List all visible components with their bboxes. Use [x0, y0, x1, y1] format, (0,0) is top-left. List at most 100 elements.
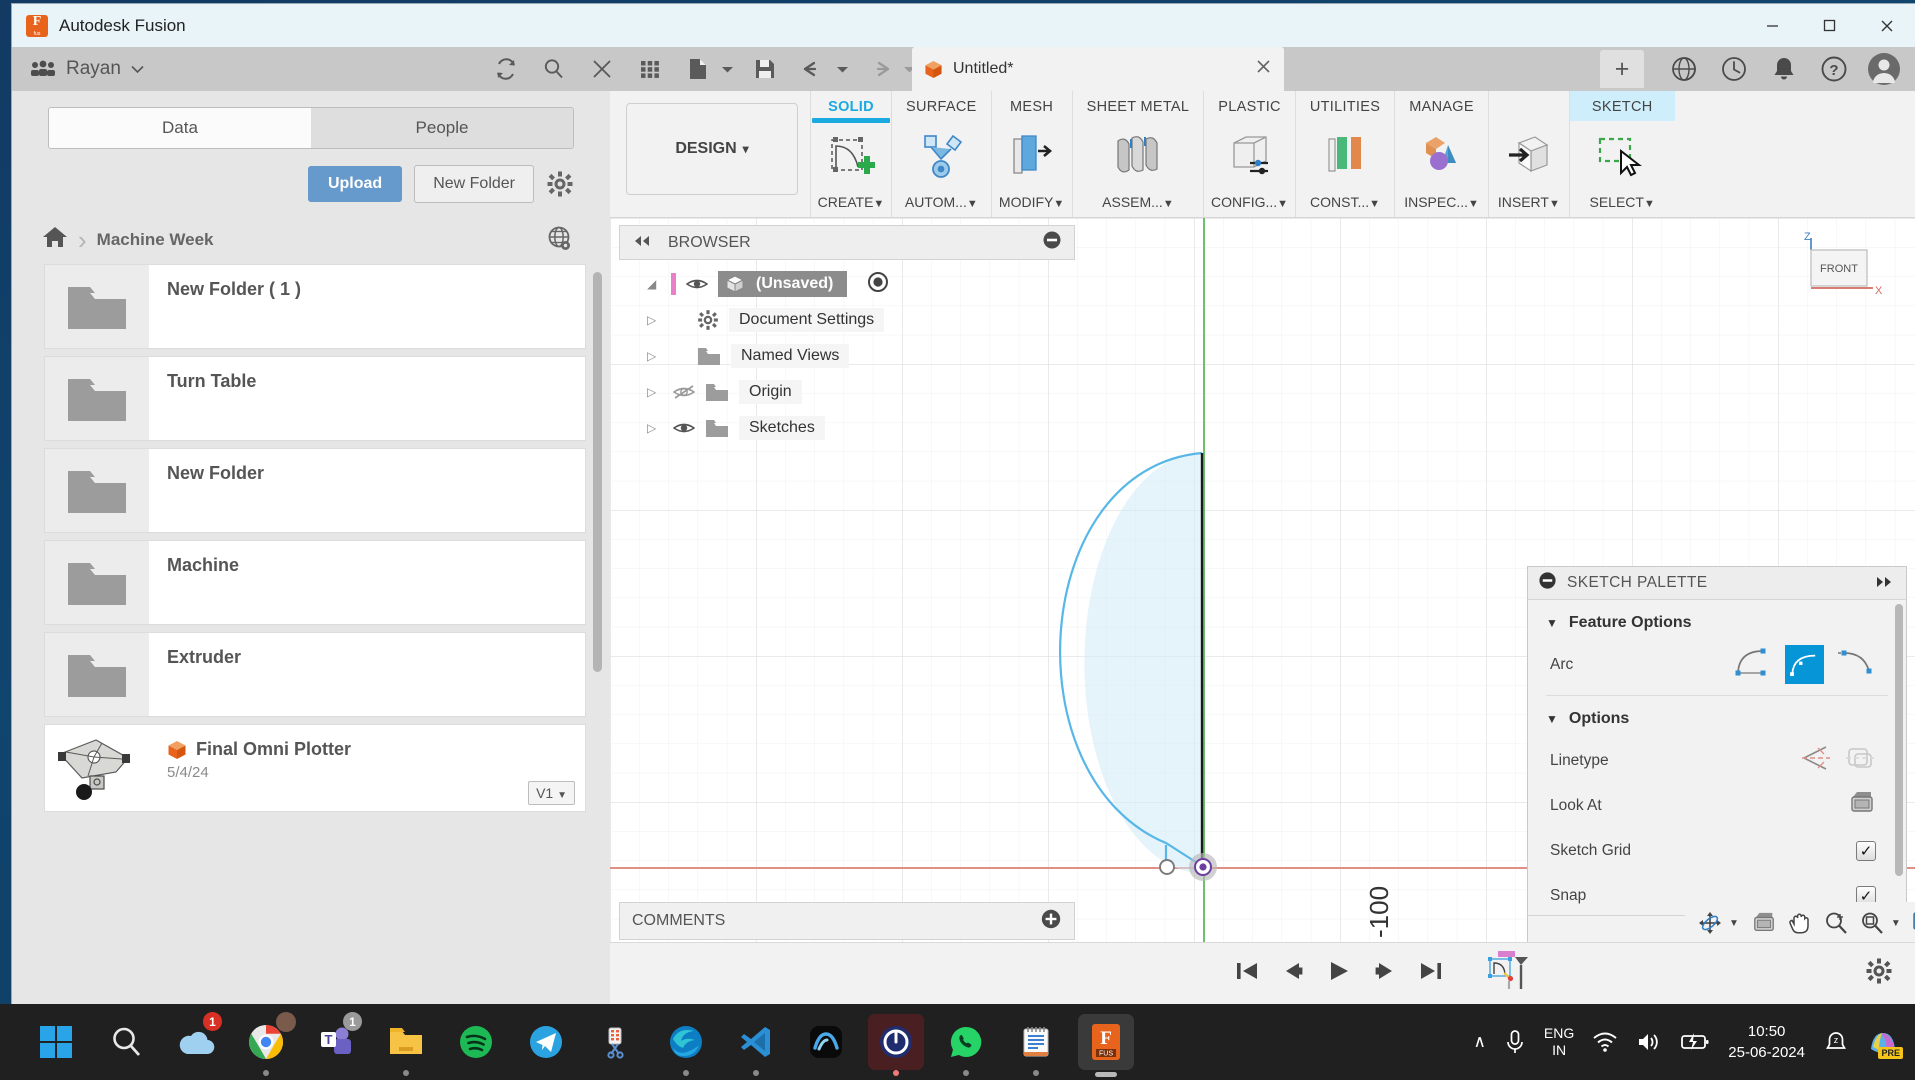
list-item[interactable]: Final Omni Plotter 5/4/24 V1 ▼: [44, 724, 586, 812]
autodesk-fusion-icon[interactable]: F FUS: [1078, 1014, 1134, 1077]
new-file-dropdown-caret[interactable]: [722, 47, 741, 91]
component-activate-radio[interactable]: [867, 271, 889, 298]
modify-press-pull-icon[interactable]: [992, 118, 1072, 194]
add-comment-icon[interactable]: [1040, 908, 1062, 935]
inspect-icon[interactable]: [1402, 118, 1482, 194]
skip-last-icon[interactable]: [1418, 959, 1444, 988]
select-window-icon[interactable]: [1578, 121, 1666, 194]
view-cube[interactable]: Z FRONT X: [1791, 230, 1887, 316]
redo-icon[interactable]: [856, 47, 904, 91]
timeline-settings-gear-icon[interactable]: [1865, 957, 1915, 990]
teams-icon[interactable]: T 1: [308, 1012, 364, 1070]
ribbon-command-construct[interactable]: CONST...▼: [1310, 194, 1380, 217]
insert-icon[interactable]: [1489, 118, 1569, 194]
search-icon[interactable]: [530, 47, 578, 91]
new-file-icon[interactable]: [674, 47, 722, 91]
home-icon[interactable]: [42, 225, 68, 254]
tab-manage[interactable]: MANAGE: [1395, 91, 1488, 118]
tab-solid[interactable]: SOLID: [814, 91, 888, 118]
ribbon-command-select[interactable]: SELECT▼: [1590, 194, 1655, 217]
tree-node-unsaved[interactable]: ◢ (Unsaved): [619, 266, 1075, 302]
tab-utilities[interactable]: UTILITIES: [1296, 91, 1394, 118]
spotify-icon[interactable]: [448, 1014, 504, 1070]
zoom-fit-icon[interactable]: [1855, 904, 1889, 942]
tab-plastic[interactable]: PLASTIC: [1204, 91, 1295, 118]
file-explorer-icon[interactable]: [378, 1014, 434, 1076]
tab-surface[interactable]: SURFACE: [892, 91, 991, 118]
wifi-icon[interactable]: [1592, 1031, 1618, 1053]
breadcrumb-current[interactable]: Machine Week: [97, 230, 214, 250]
automate-icon[interactable]: [901, 118, 981, 194]
microphone-icon[interactable]: [1504, 1029, 1526, 1055]
recent-clock-icon[interactable]: [1711, 47, 1757, 91]
section-options[interactable]: ▼ Options: [1528, 696, 1906, 738]
create-sketch-icon[interactable]: [811, 123, 891, 194]
onedrive-icon[interactable]: 1: [168, 1012, 224, 1070]
orbit-icon[interactable]: [1693, 904, 1727, 942]
tree-node-document-settings[interactable]: ▷ Document Settings: [619, 302, 1075, 338]
minimize-button[interactable]: [1744, 4, 1801, 47]
battery-charging-icon[interactable]: [1680, 1032, 1710, 1052]
save-icon[interactable]: [741, 47, 789, 91]
whatsapp-icon[interactable]: [938, 1014, 994, 1076]
obs-icon[interactable]: [868, 1014, 924, 1076]
close-button[interactable]: [1858, 4, 1915, 47]
document-tab[interactable]: Untitled*: [912, 47, 1284, 91]
centerline-icon[interactable]: [1844, 744, 1876, 777]
expander-icon[interactable]: ▷: [647, 421, 661, 435]
new-folder-button[interactable]: New Folder: [414, 165, 534, 203]
collapse-left-icon[interactable]: [632, 234, 652, 252]
sketch-palette-scrollbar[interactable]: [1895, 604, 1903, 876]
ribbon-command-automate[interactable]: AUTOM...▼: [905, 194, 978, 217]
notifications-icon[interactable]: [1761, 47, 1807, 91]
tray-expand-chevron-icon[interactable]: ∧: [1473, 1032, 1485, 1052]
tab-data[interactable]: Data: [49, 108, 311, 148]
construction-line-icon[interactable]: [1800, 744, 1832, 777]
help-circle-icon[interactable]: [1661, 47, 1707, 91]
orbit-dropdown-caret[interactable]: ▼: [1729, 918, 1745, 929]
step-back-icon[interactable]: [1280, 959, 1306, 988]
volume-icon[interactable]: [1636, 1031, 1662, 1053]
globe-visibility-icon[interactable]: [546, 225, 574, 258]
list-item[interactable]: Machine: [44, 540, 586, 625]
close-icon[interactable]: [578, 47, 626, 91]
visibility-eye-icon[interactable]: [673, 420, 695, 436]
expander-icon[interactable]: ▷: [647, 385, 661, 399]
browser-minimize-icon[interactable]: [1042, 230, 1062, 255]
maximize-button[interactable]: [1801, 4, 1858, 47]
expand-right-icon[interactable]: [1874, 576, 1896, 591]
new-document-tab-button[interactable]: +: [1600, 50, 1644, 88]
start-windows-icon[interactable]: [28, 1014, 84, 1070]
version-badge[interactable]: V1 ▼: [528, 781, 575, 805]
data-panel-scrollbar[interactable]: [593, 272, 602, 672]
data-panel-settings-gear-icon[interactable]: [546, 170, 574, 198]
language-indicator[interactable]: ENG IN: [1544, 1025, 1574, 1059]
sketch-timeline-icon[interactable]: [1484, 949, 1532, 998]
tree-node-origin[interactable]: ▷ Origin: [619, 374, 1075, 410]
expander-icon[interactable]: ▷: [647, 313, 661, 327]
tab-mesh[interactable]: MESH: [996, 91, 1067, 118]
vscode-icon[interactable]: [728, 1014, 784, 1076]
configure-icon[interactable]: [1210, 118, 1290, 194]
undo-dropdown-caret[interactable]: [837, 47, 856, 91]
data-panel-file-list[interactable]: New Folder ( 1 ) Turn Table New Folder M…: [12, 264, 610, 1004]
tab-people[interactable]: People: [311, 108, 573, 148]
sketch-palette-body[interactable]: ▼ Feature Options Arc ▼ Options Linetype…: [1528, 600, 1906, 915]
comments-bar[interactable]: COMMENTS: [619, 902, 1075, 940]
expander-icon[interactable]: ▷: [647, 349, 661, 363]
skip-first-icon[interactable]: [1234, 959, 1260, 988]
look-at-icon[interactable]: [1747, 904, 1781, 942]
account-avatar[interactable]: [1861, 47, 1907, 91]
sketch-grid-checkbox[interactable]: ✓: [1856, 840, 1876, 861]
arc-tangent-icon[interactable]: [1836, 645, 1876, 684]
snipping-tool-icon[interactable]: [588, 1014, 644, 1070]
ribbon-command-configure[interactable]: CONFIG...▼: [1211, 194, 1288, 217]
zoom-dropdown-caret[interactable]: ▼: [1891, 918, 1907, 929]
ribbon-command-insert[interactable]: INSERT▼: [1498, 194, 1560, 217]
tab-sketch[interactable]: SKETCH: [1569, 91, 1675, 121]
arc-center-icon[interactable]: [1785, 645, 1824, 684]
undo-icon[interactable]: [789, 47, 837, 91]
edge-icon[interactable]: [658, 1014, 714, 1076]
section-feature-options[interactable]: ▼ Feature Options: [1528, 600, 1906, 642]
expander-icon[interactable]: ◢: [647, 277, 661, 291]
